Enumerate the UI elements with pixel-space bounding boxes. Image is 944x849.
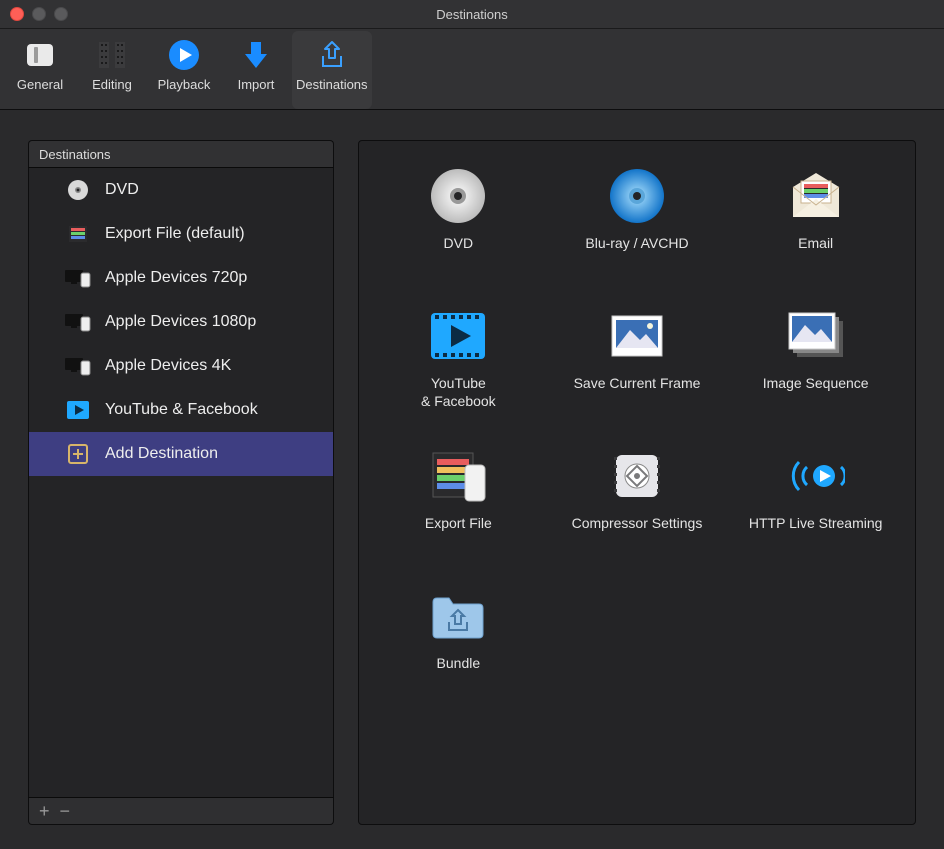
gallery-item-bluray[interactable]: Blu-ray / AVCHD <box>548 161 727 301</box>
destinations-gallery: DVD Blu-ray / AVCHD Email <box>358 140 916 825</box>
sidebar-item-apple-1080p[interactable]: Apple Devices 1080p <box>29 300 333 344</box>
toolbar-tab-editing[interactable]: Editing <box>76 31 148 109</box>
sidebar-item-label: DVD <box>105 181 139 199</box>
gallery-item-dvd[interactable]: DVD <box>369 161 548 301</box>
gallery-item-save-frame[interactable]: Save Current Frame <box>548 301 727 441</box>
toolbar-tab-label: Destinations <box>296 77 368 92</box>
envelope-icon <box>787 167 845 225</box>
toolbar-tab-playback[interactable]: Playback <box>148 31 220 109</box>
sidebar-footer: + − <box>28 797 334 825</box>
sidebar-item-add-destination[interactable]: Add Destination <box>29 432 333 476</box>
gallery-item-label: HTTP Live Streaming <box>749 515 883 533</box>
preferences-toolbar: General Editing Playback Import Destinat… <box>0 29 944 110</box>
gallery-item-label: DVD <box>444 235 474 253</box>
sidebar-item-label: Apple Devices 720p <box>105 269 247 287</box>
destinations-sidebar: Destinations DVD Export File (default) <box>28 140 334 825</box>
add-square-icon <box>65 443 91 465</box>
gallery-item-export-file[interactable]: Export File <box>369 441 548 581</box>
remove-button[interactable]: − <box>60 802 71 820</box>
sidebar-item-dvd[interactable]: DVD <box>29 168 333 212</box>
sidebar-header: Destinations <box>28 140 334 168</box>
sidebar-item-youtube-facebook[interactable]: YouTube & Facebook <box>29 388 333 432</box>
share-icon <box>314 37 350 73</box>
gallery-item-label: YouTube & Facebook <box>421 375 496 410</box>
filmstrip-icon <box>94 37 130 73</box>
sidebar-list: DVD Export File (default) Apple Devices … <box>28 168 334 797</box>
sidebar-item-apple-4k[interactable]: Apple Devices 4K <box>29 344 333 388</box>
filmstrip-color-icon <box>65 223 91 245</box>
gallery-item-label: Blu-ray / AVCHD <box>585 235 688 253</box>
sidebar-item-apple-720p[interactable]: Apple Devices 720p <box>29 256 333 300</box>
sidebar-item-label: Apple Devices 4K <box>105 357 231 375</box>
window-title: Destinations <box>0 7 944 22</box>
gallery-item-label: Bundle <box>437 655 481 673</box>
compressor-icon <box>608 447 666 505</box>
toolbar-tab-label: Import <box>238 77 275 92</box>
switch-icon <box>22 37 58 73</box>
sidebar-item-export-file[interactable]: Export File (default) <box>29 212 333 256</box>
dvd-disc-icon <box>429 167 487 225</box>
gallery-item-email[interactable]: Email <box>726 161 905 301</box>
gallery-item-bundle[interactable]: Bundle <box>369 581 548 721</box>
toolbar-tab-label: General <box>17 77 63 92</box>
sidebar-item-label: Export File (default) <box>105 225 245 243</box>
download-arrow-icon <box>238 37 274 73</box>
apple-devices-icon <box>65 355 91 377</box>
gallery-item-image-sequence[interactable]: Image Sequence <box>726 301 905 441</box>
toolbar-tab-destinations[interactable]: Destinations <box>292 31 372 109</box>
gallery-item-label: Email <box>798 235 833 253</box>
video-play-icon <box>65 399 91 421</box>
photo-icon <box>608 307 666 365</box>
titlebar: Destinations <box>0 0 944 29</box>
sidebar-item-label: Apple Devices 1080p <box>105 313 256 331</box>
toolbar-tab-label: Editing <box>92 77 132 92</box>
main-content: Destinations DVD Export File (default) <box>0 110 944 849</box>
gallery-item-label: Export File <box>425 515 492 533</box>
play-circle-icon <box>166 37 202 73</box>
gallery-item-compressor[interactable]: Compressor Settings <box>548 441 727 581</box>
add-button[interactable]: + <box>39 802 50 820</box>
disc-icon <box>65 179 91 201</box>
export-file-icon <box>429 447 487 505</box>
gallery-item-label: Image Sequence <box>763 375 869 393</box>
gallery-item-label: Compressor Settings <box>572 515 703 533</box>
sidebar-item-label: Add Destination <box>105 445 218 463</box>
photo-stack-icon <box>787 307 845 365</box>
toolbar-tab-import[interactable]: Import <box>220 31 292 109</box>
gallery-item-youtube-facebook[interactable]: YouTube & Facebook <box>369 301 548 441</box>
toolbar-tab-label: Playback <box>158 77 211 92</box>
video-play-icon <box>429 307 487 365</box>
gallery-item-label: Save Current Frame <box>574 375 701 393</box>
sidebar-item-label: YouTube & Facebook <box>105 401 258 419</box>
gallery-item-hls[interactable]: HTTP Live Streaming <box>726 441 905 581</box>
apple-devices-icon <box>65 267 91 289</box>
apple-devices-icon <box>65 311 91 333</box>
bluray-disc-icon <box>608 167 666 225</box>
folder-share-icon <box>429 587 487 645</box>
toolbar-tab-general[interactable]: General <box>4 31 76 109</box>
streaming-icon <box>787 447 845 505</box>
